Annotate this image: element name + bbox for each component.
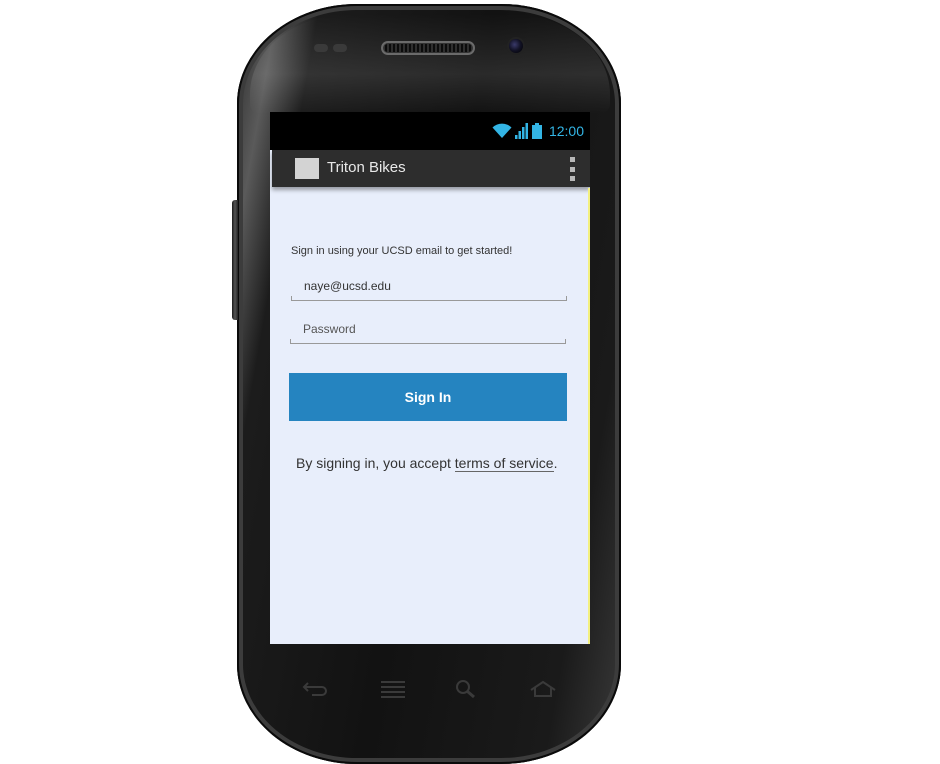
overflow-menu-icon[interactable] xyxy=(570,157,576,181)
sign-in-helper-text: Sign in using your UCSD email to get sta… xyxy=(291,245,513,257)
battery-icon xyxy=(531,123,542,139)
search-icon xyxy=(456,680,475,699)
password-field-edge-left xyxy=(290,339,291,344)
password-field-edge-right xyxy=(565,339,566,344)
signal-icon xyxy=(514,123,528,139)
status-bar: 12:00 xyxy=(270,112,590,150)
back-button[interactable] xyxy=(300,676,330,702)
home-icon xyxy=(530,680,556,697)
action-bar: Triton Bikes xyxy=(272,150,590,187)
email-field-edge-left xyxy=(291,296,292,301)
terms-of-service-link[interactable]: terms of service xyxy=(454,455,554,472)
email-field-edge-right xyxy=(566,296,567,301)
screen-edge xyxy=(588,188,590,644)
front-camera-icon xyxy=(509,39,523,53)
email-field[interactable] xyxy=(291,271,567,301)
terms-suffix: . xyxy=(553,455,558,471)
home-button[interactable] xyxy=(528,676,558,702)
menu-button[interactable] xyxy=(378,676,408,702)
terms-prefix: By signing in, you accept xyxy=(296,455,455,471)
search-button[interactable] xyxy=(451,676,481,702)
terms-notice: By signing in, you accept terms of servi… xyxy=(296,455,566,472)
phone-screen: 12:00 Triton Bikes Sign in using your UC… xyxy=(270,112,590,644)
status-time: 12:00 xyxy=(548,123,584,139)
back-icon xyxy=(302,682,327,696)
menu-icon xyxy=(381,681,405,698)
password-field[interactable] xyxy=(290,314,566,344)
volume-button xyxy=(232,200,238,320)
earpiece-speaker xyxy=(383,43,473,53)
app-placeholder-icon[interactable] xyxy=(295,158,319,179)
wifi-icon xyxy=(492,123,512,138)
proximity-sensor xyxy=(314,44,328,52)
hardware-nav-bar xyxy=(270,672,590,706)
app-title: Triton Bikes xyxy=(327,159,406,176)
light-sensor xyxy=(333,44,347,52)
sign-in-button[interactable]: Sign In xyxy=(289,373,567,421)
